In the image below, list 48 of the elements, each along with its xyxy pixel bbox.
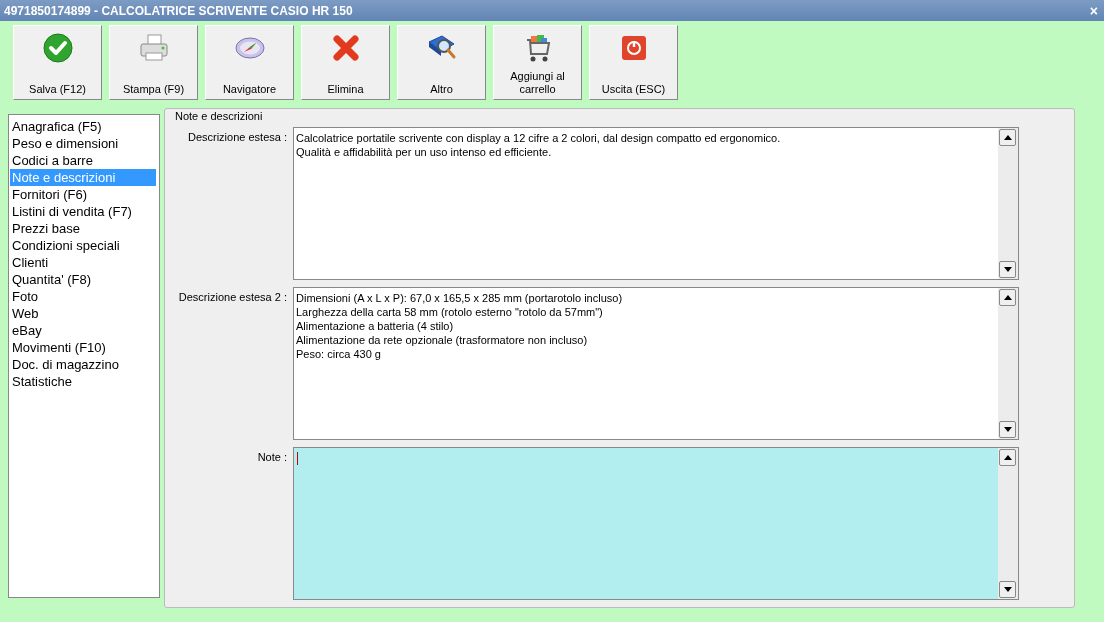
- check-icon: [41, 32, 74, 64]
- scrollbar[interactable]: [998, 128, 1018, 279]
- text-line: Alimentazione a batteria (4 stilo): [296, 319, 454, 333]
- sidebar-item[interactable]: Prezzi base: [10, 220, 156, 237]
- text-line: Alimentazione da rete opzionale (trasformatore non incluso): [296, 333, 588, 347]
- toolbar-button[interactable]: Stampa (F9): [109, 25, 198, 100]
- toolbar-button[interactable]: Aggiungi al carrello: [493, 25, 582, 100]
- sidebar-item[interactable]: Statistiche: [10, 373, 156, 390]
- sidebar-item[interactable]: eBay: [10, 322, 156, 339]
- text-area[interactable]: Calcolatrice portatile scrivente con display a 12 cifre a 2 colori, dal design compatto ed ergonomico. Qualità e affidabilità per un uso intenso ed efficiente.: [293, 127, 1019, 280]
- sidebar-item[interactable]: Foto: [10, 288, 156, 305]
- scroll-up-icon[interactable]: [999, 449, 1016, 466]
- scrollbar[interactable]: [998, 288, 1018, 439]
- scroll-up-icon[interactable]: [999, 289, 1016, 306]
- scroll-up-icon[interactable]: [999, 129, 1016, 146]
- sidebar-item[interactable]: Peso e dimensioni: [10, 135, 156, 152]
- text-area[interactable]: [293, 287, 1019, 440]
- sidebar-item[interactable]: Web: [10, 305, 156, 322]
- text-cursor: [297, 452, 298, 465]
- sidebar-item[interactable]: Fornitori (F6): [10, 186, 156, 203]
- sidebar-item[interactable]: Quantita' (F8): [10, 271, 156, 288]
- toolbar-button[interactable]: Navigatore: [205, 25, 294, 100]
- scroll-down-icon[interactable]: [999, 421, 1016, 438]
- text-line: Calcolatrice portatile scrivente con display a 12 cifre a 2 colori, dal design compatto ed ergonomico.: [296, 131, 781, 145]
- group-title: Note e descrizioni: [173, 110, 265, 122]
- field-label: Note :: [256, 450, 287, 465]
- printer-icon: [137, 32, 170, 64]
- scroll-down-icon[interactable]: [999, 261, 1016, 278]
- sidebar-item[interactable]: Clienti: [10, 254, 156, 271]
- sidebar-item[interactable]: Codici a barre: [10, 152, 156, 169]
- sidebar-item[interactable]: Movimenti (F10): [10, 339, 156, 356]
- text-line: Peso: circa 430 g: [296, 347, 381, 361]
- toolbar-button[interactable]: Elimina: [301, 25, 390, 100]
- sidebar-item[interactable]: Listini di vendita (F7): [10, 203, 156, 220]
- field-label: Descrizione estesa :: [186, 130, 287, 145]
- window-title: 4971850174899 - CALCOLATRICE SCRIVENTE CASIO HR 150: [4, 3, 353, 18]
- text-line: Larghezza della carta 58 mm (rotolo esterno "rotolo da 57mm"): [296, 305, 603, 319]
- text-line: Qualità e affidabilità per un uso intenso ed efficiente.: [296, 145, 552, 159]
- sidebar-item[interactable]: Condizioni speciali: [10, 237, 156, 254]
- text-line: Dimensioni (A x L x P): 67,0 x 165,5 x 285 mm (portarotolo incluso): [296, 291, 623, 305]
- sidebar-item[interactable]: Doc. di magazzino: [10, 356, 156, 373]
- scrollbar[interactable]: [998, 448, 1018, 599]
- toolbar-button[interactable]: Uscita (ESC): [589, 25, 678, 100]
- toolbar-button[interactable]: Salva (F12): [13, 25, 102, 100]
- toolbar-button[interactable]: Altro: [397, 25, 486, 100]
- sidebar-item[interactable]: Anagrafica (F5): [10, 118, 156, 135]
- field-label: Descrizione estesa 2 :: [177, 290, 287, 305]
- scroll-down-icon[interactable]: [999, 581, 1016, 598]
